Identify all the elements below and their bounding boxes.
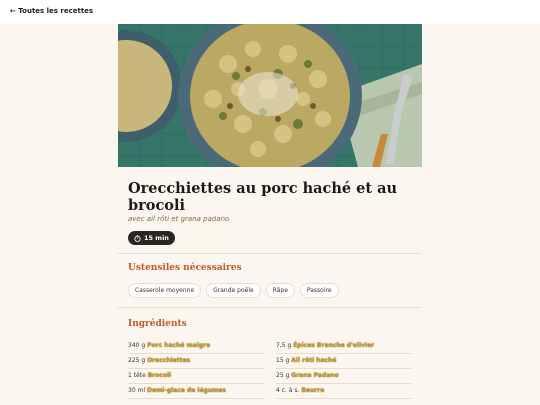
ingredient-qty: 25 g bbox=[276, 372, 290, 379]
divider bbox=[118, 307, 422, 308]
ingredient-qty: 15 g bbox=[276, 357, 290, 364]
ingredient-row: 30 ml Demi-glace de légumes bbox=[128, 384, 265, 399]
ingredient-row: 225 g Orecchiettes bbox=[128, 354, 265, 369]
ingredient-qty: 7,5 g bbox=[276, 342, 292, 349]
ingredient-name: Brocoli bbox=[147, 372, 172, 379]
ingredient-qty: 340 g bbox=[128, 342, 146, 349]
back-to-recipes-link[interactable]: ← Toutes les recettes bbox=[10, 7, 93, 15]
ingredient-name: Épices Branche d'olivier bbox=[293, 342, 375, 349]
time-badge: 15 min bbox=[128, 231, 175, 245]
ingredient-row: 1 tête Brocoli bbox=[128, 369, 265, 384]
ingredient-qty: 4 c. à s. bbox=[276, 387, 300, 394]
utensil-chip: Râpe bbox=[265, 283, 295, 298]
ingredient-name: Demi-glace de légumes bbox=[146, 387, 226, 394]
dish-photo bbox=[118, 24, 422, 167]
ingredient-row: 15 g Ail rôti haché bbox=[276, 354, 412, 369]
time-label: 15 min bbox=[144, 234, 169, 242]
utensil-chip: Passoire bbox=[299, 283, 339, 298]
recipe-subtitle: avec ail rôti et grana padano bbox=[128, 215, 230, 223]
ingredient-row: 25 g Grana Padano bbox=[276, 369, 412, 384]
divider bbox=[118, 253, 422, 254]
ingredient-name: Ail rôti haché bbox=[291, 357, 337, 364]
ingredient-row: 4 c. à s. Beurre bbox=[276, 384, 412, 399]
utensil-chip: Casserole moyenne bbox=[128, 283, 202, 298]
ingredient-row: 7,5 g Épices Branche d'olivier bbox=[276, 339, 412, 354]
clock-icon bbox=[134, 234, 141, 242]
ingredient-name: Beurre bbox=[301, 387, 325, 394]
ingredient-qty: 225 g bbox=[128, 357, 146, 364]
ingredient-name: Orecchiettes bbox=[147, 357, 191, 364]
ingredient-row: 340 g Porc haché maigre bbox=[128, 339, 265, 354]
ingredient-name: Porc haché maigre bbox=[147, 342, 211, 349]
ingredient-name: Grana Padano bbox=[291, 372, 339, 379]
ingredient-qty: 30 ml bbox=[128, 387, 146, 394]
utensil-chip: Grande poêle bbox=[206, 283, 261, 298]
top-bar: ← Toutes les recettes bbox=[0, 0, 540, 24]
ingredients-heading: Ingrédients bbox=[128, 319, 187, 329]
utensils-list: Casserole moyenne Grande poêle Râpe Pass… bbox=[128, 283, 339, 298]
recipe-title: Orecchiettes au porc haché et au brocoli bbox=[128, 180, 398, 214]
ingredient-qty: 1 tête bbox=[128, 372, 146, 379]
utensils-heading: Ustensiles nécessaires bbox=[128, 263, 242, 273]
recipe-hero-image bbox=[118, 24, 422, 167]
